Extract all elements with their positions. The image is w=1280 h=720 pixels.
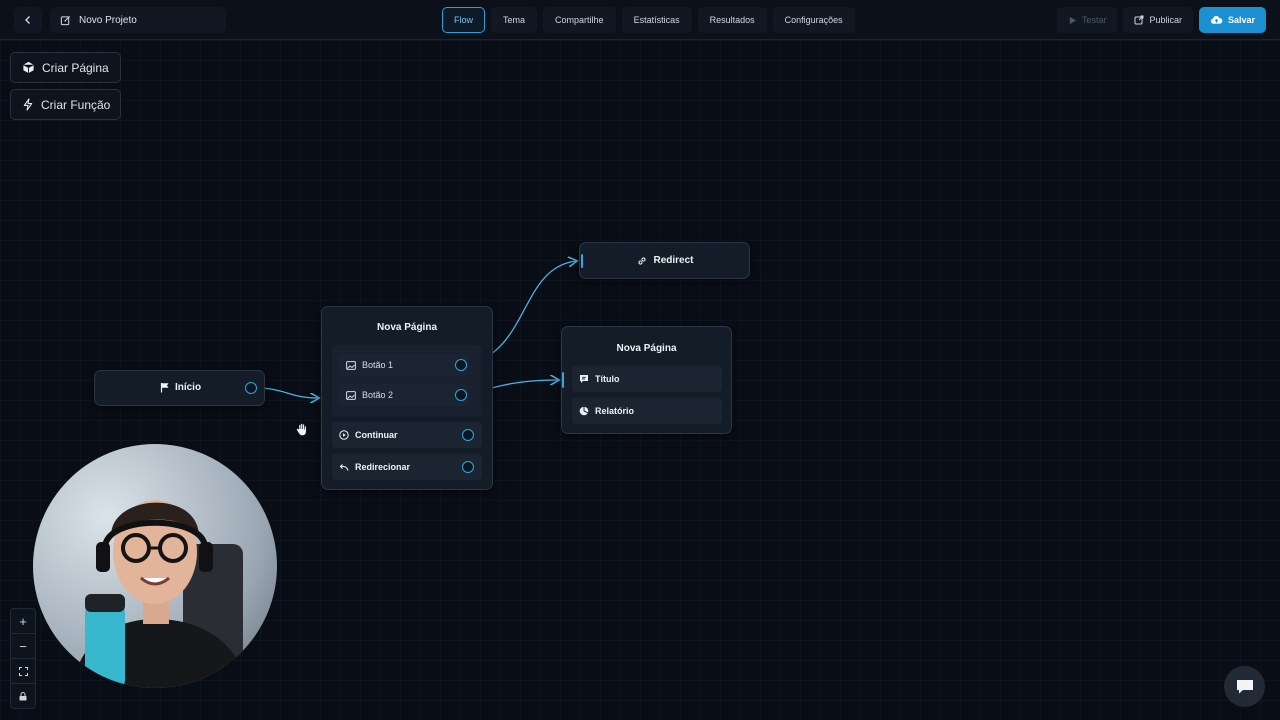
start-node-header: Início	[95, 382, 266, 393]
fit-view-button[interactable]	[11, 659, 35, 684]
report-row-label: Relatório	[595, 406, 635, 416]
page-node-redirect[interactable]: Redirecionar	[332, 454, 482, 480]
save-button[interactable]: Salvar	[1198, 7, 1266, 33]
start-node-output-handle[interactable]	[245, 382, 257, 394]
page-node-2-title-row[interactable]: Título	[572, 366, 722, 392]
tab-configuracoes[interactable]: Configurações	[772, 7, 855, 33]
tab-bar: Flow Tema Compartilhe Estatísticas Resul…	[442, 7, 855, 33]
chevron-left-icon	[25, 16, 30, 24]
create-page-button[interactable]: Criar Página	[10, 52, 121, 83]
publish-label: Publicar	[1149, 15, 1182, 25]
message-icon	[580, 375, 588, 383]
test-button[interactable]: Testar	[1056, 7, 1118, 33]
redirect-node-label: Redirect	[653, 255, 694, 266]
page-node-2[interactable]: Nova Página Título Relatório	[561, 326, 732, 434]
page-node-2-title: Nova Página	[616, 343, 677, 354]
chat-icon	[1236, 680, 1253, 694]
play-icon	[1069, 16, 1077, 24]
lock-button[interactable]	[11, 684, 35, 709]
save-label: Salvar	[1227, 15, 1255, 25]
page-node-continue[interactable]: Continuar	[332, 422, 482, 448]
image-icon	[346, 390, 356, 400]
redirect-row-label: Redirecionar	[355, 462, 411, 472]
tab-flow[interactable]: Flow	[442, 7, 486, 33]
tab-estatisticas[interactable]: Estatísticas	[621, 7, 692, 33]
pie-chart-icon	[579, 406, 589, 416]
tab-tema[interactable]: Tema	[491, 7, 538, 33]
webcam-overlay	[33, 444, 277, 688]
project-name: Novo Projeto	[79, 14, 137, 26]
chat-button[interactable]	[1224, 666, 1265, 707]
link-icon	[638, 256, 647, 265]
flag-icon	[160, 383, 169, 393]
redirect-node-header: Redirect	[580, 255, 751, 266]
create-function-button[interactable]: Criar Função	[10, 89, 121, 120]
page-node-title: Nova Página	[376, 322, 438, 333]
zoom-controls: + −	[10, 608, 36, 709]
create-page-label: Criar Página	[42, 60, 109, 75]
button-2-label: Botão 2	[362, 390, 394, 400]
continue-label: Continuar	[355, 430, 398, 440]
zoom-in-button[interactable]: +	[11, 609, 35, 634]
page-node-button-2[interactable]: Botão 2	[338, 384, 468, 406]
redirect-node[interactable]: Redirect	[579, 242, 750, 279]
action-group: Testar Publicar Salvar	[1056, 7, 1266, 33]
redirect-icon	[339, 463, 349, 471]
create-function-label: Criar Função	[41, 97, 111, 112]
back-button[interactable]	[14, 7, 42, 33]
button-1-label: Botão 1	[362, 360, 394, 370]
redirect-output-handle[interactable]	[462, 461, 474, 473]
page-node-button-1[interactable]: Botão 1	[338, 354, 468, 376]
continue-output-handle[interactable]	[462, 429, 474, 441]
external-link-icon	[1134, 15, 1144, 25]
title-row-label: Título	[595, 374, 620, 384]
play-circle-icon	[339, 430, 349, 440]
project-name-field[interactable]: Novo Projeto	[50, 7, 226, 33]
tab-compartilhe[interactable]: Compartilhe	[543, 7, 616, 33]
start-node[interactable]: Início	[94, 370, 265, 406]
test-label: Testar	[1081, 15, 1107, 25]
page-node[interactable]: Nova Página Botão 1 Botão 2 Continuar Re…	[321, 306, 493, 490]
top-bar: Novo Projeto Flow Tema Compartilhe Estat…	[0, 0, 1280, 40]
page-node-2-input-handle[interactable]	[562, 372, 564, 388]
start-node-label: Início	[174, 382, 202, 393]
presenter-video	[73, 500, 248, 688]
page-node-2-report-row[interactable]: Relatório	[572, 398, 722, 424]
hand-cursor-icon	[296, 423, 308, 439]
tab-resultados[interactable]: Resultados	[697, 7, 767, 33]
fit-view-icon	[18, 666, 28, 676]
lightning-icon	[23, 98, 33, 111]
button-1-output-handle[interactable]	[455, 359, 467, 371]
lock-icon	[19, 692, 27, 701]
publish-button[interactable]: Publicar	[1123, 7, 1193, 33]
cube-icon	[23, 61, 34, 74]
edit-icon	[60, 15, 71, 25]
button-2-output-handle[interactable]	[455, 389, 467, 401]
image-icon	[346, 360, 356, 370]
zoom-out-button[interactable]: −	[11, 634, 35, 659]
cloud-upload-icon	[1211, 16, 1223, 24]
